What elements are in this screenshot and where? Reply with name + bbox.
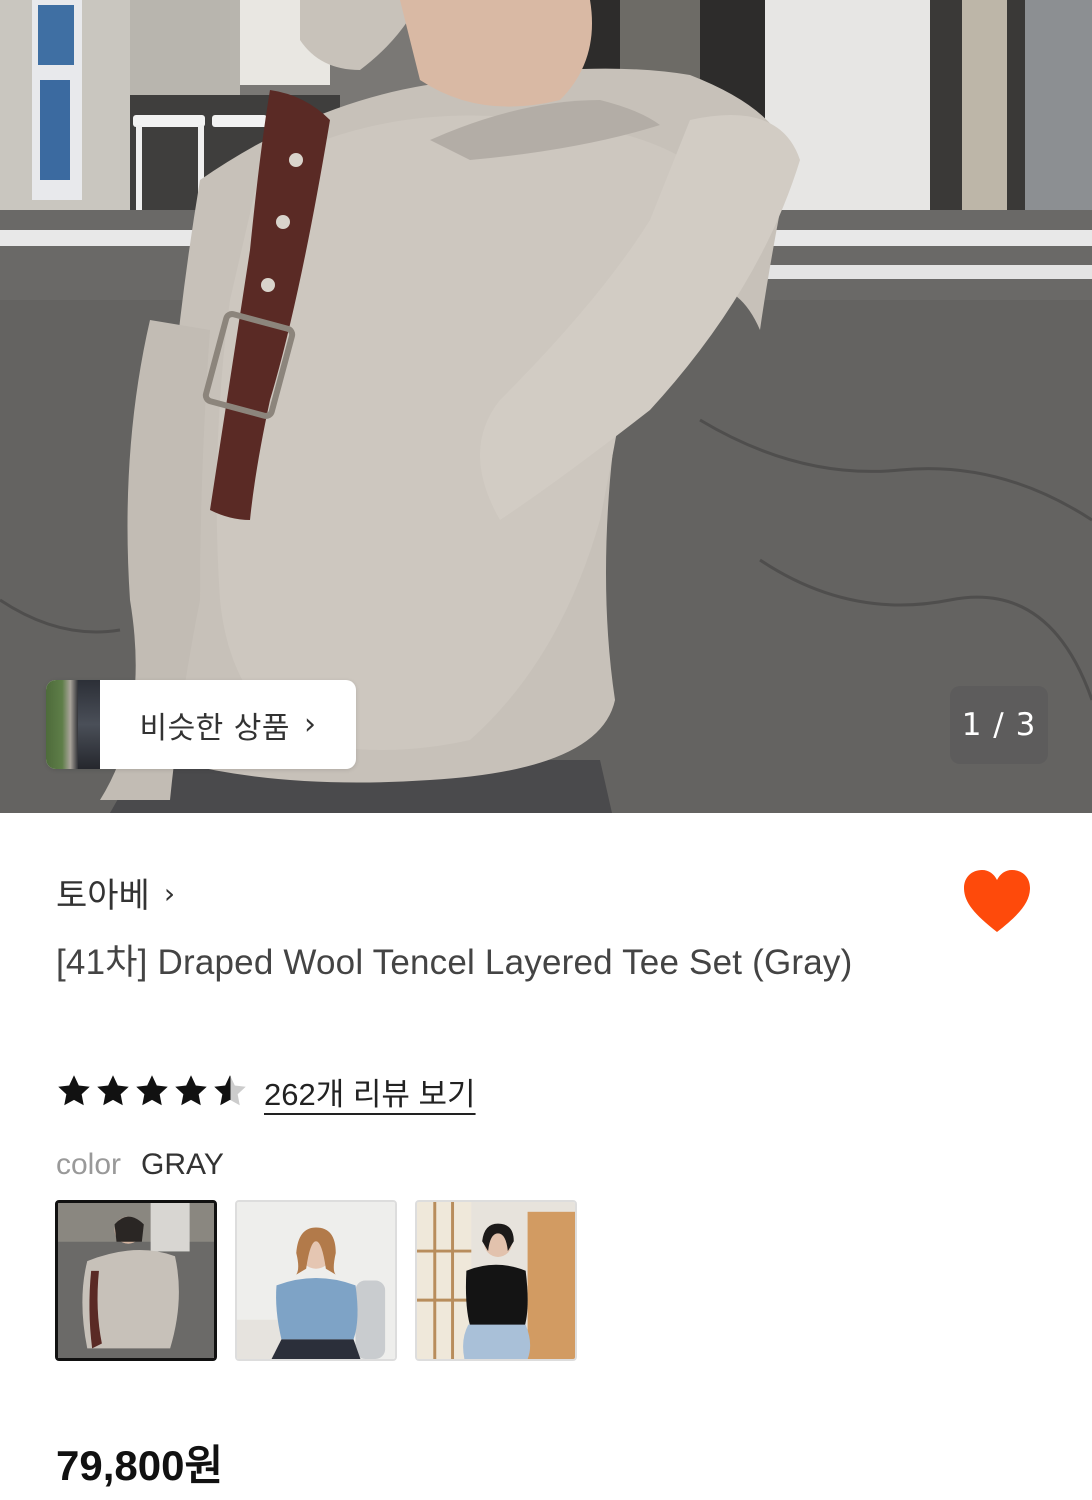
- heart-icon[interactable]: [962, 868, 1032, 934]
- chevron-right-icon: ›: [304, 707, 317, 742]
- product-title: [41차] Draped Wool Tencel Layered Tee Set…: [56, 943, 853, 982]
- star-icon: [58, 1075, 90, 1106]
- similar-products-text: 비슷한 상품: [139, 710, 291, 746]
- color-value: GRAY: [141, 1148, 224, 1181]
- similar-products-label: 비슷한 상품 ›: [100, 680, 356, 769]
- brand-name: 토아베: [56, 876, 150, 916]
- review-link[interactable]: 262개 리뷰 보기: [264, 1069, 476, 1114]
- product-image-gallery[interactable]: 비슷한 상품 › 1 / 3: [0, 0, 1092, 813]
- swatch-blue[interactable]: [235, 1200, 397, 1361]
- star-icon: [97, 1075, 129, 1106]
- similar-products-button[interactable]: 비슷한 상품 ›: [46, 680, 356, 769]
- rating-row: 262개 리뷰 보기: [56, 1066, 476, 1116]
- swatch-black-thumbnail: [417, 1202, 575, 1359]
- chevron-right-icon: ›: [163, 877, 176, 910]
- swatch-black[interactable]: [415, 1200, 577, 1361]
- image-page-counter: 1 / 3: [950, 686, 1048, 764]
- rating-stars: [56, 1073, 248, 1109]
- swatch-gray[interactable]: [55, 1200, 217, 1361]
- star-icon: [136, 1075, 168, 1106]
- similar-products-thumbnail: [46, 680, 100, 769]
- swatch-gray-thumbnail: [58, 1203, 214, 1358]
- color-label: color: [56, 1148, 122, 1181]
- color-option-row: color GRAY: [56, 1148, 224, 1182]
- star-half-icon: [214, 1075, 246, 1106]
- color-swatches: [55, 1200, 577, 1361]
- star-icon: [175, 1075, 207, 1106]
- swatch-blue-thumbnail: [237, 1202, 395, 1359]
- brand-link[interactable]: 토아베 ›: [56, 868, 175, 917]
- product-price: 79,800원: [56, 1442, 224, 1489]
